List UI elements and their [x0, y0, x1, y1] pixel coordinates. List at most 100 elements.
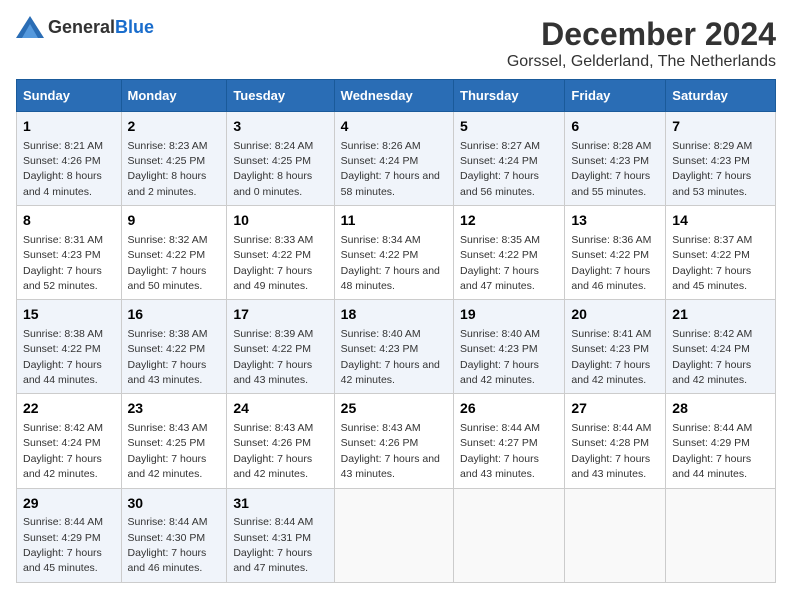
- table-row: 3Sunrise: 8:24 AMSunset: 4:25 PMDaylight…: [227, 112, 334, 206]
- sunset-text: Sunset: 4:24 PM: [460, 155, 538, 167]
- day-number: 30: [128, 494, 221, 514]
- daylight-text: Daylight: 7 hours and 55 minutes.: [571, 170, 650, 197]
- sunrise-text: Sunrise: 8:44 AM: [672, 422, 752, 434]
- sunset-text: Sunset: 4:30 PM: [128, 532, 206, 544]
- day-number: 19: [460, 305, 558, 325]
- logo-icon: [16, 16, 44, 38]
- table-row: [565, 488, 666, 582]
- sunset-text: Sunset: 4:28 PM: [571, 437, 649, 449]
- main-title: December 2024: [507, 16, 776, 53]
- table-row: 27Sunrise: 8:44 AMSunset: 4:28 PMDayligh…: [565, 394, 666, 488]
- sunset-text: Sunset: 4:22 PM: [460, 249, 538, 261]
- header-sunday: Sunday: [17, 80, 122, 112]
- logo-blue: Blue: [115, 17, 154, 37]
- sunset-text: Sunset: 4:25 PM: [233, 155, 311, 167]
- daylight-text: Daylight: 7 hours and 42 minutes.: [672, 359, 751, 386]
- day-number: 3: [233, 117, 327, 137]
- day-number: 31: [233, 494, 327, 514]
- table-row: 25Sunrise: 8:43 AMSunset: 4:26 PMDayligh…: [334, 394, 453, 488]
- table-row: 24 Sunrise: 8:43 AM Sunset: 4:26 PM Dayligh…: [227, 394, 334, 488]
- sunset-text: Sunset: 4:26 PM: [233, 437, 311, 449]
- header-saturday: Saturday: [666, 80, 776, 112]
- sunset-text: Sunset: 4:24 PM: [672, 343, 750, 355]
- daylight-text: Daylight: 7 hours and 42 minutes.: [571, 359, 650, 386]
- sunset-text: Sunset: 4:31 PM: [233, 532, 311, 544]
- sunrise-text: Sunrise: 8:44 AM: [460, 422, 540, 434]
- subtitle: Gorssel, Gelderland, The Netherlands: [507, 53, 776, 71]
- daylight-text: Daylight: 7 hours and 42 minutes.: [128, 453, 207, 480]
- table-row: 21Sunrise: 8:42 AMSunset: 4:24 PMDayligh…: [666, 300, 776, 394]
- header-thursday: Thursday: [454, 80, 565, 112]
- table-row: 1Sunrise: 8:21 AMSunset: 4:26 PMDaylight…: [17, 112, 122, 206]
- daylight-text: Daylight: 7 hours and 43 minutes.: [233, 359, 312, 386]
- daylight-text: Daylight: 7 hours and 42 minutes.: [233, 453, 312, 480]
- daylight-text: Daylight: 7 hours and 42 minutes.: [460, 359, 539, 386]
- day-number: 23: [128, 399, 221, 419]
- sunrise-text: Sunrise: 8:35 AM: [460, 234, 540, 246]
- sunrise-text: Sunrise: 8:43 AM: [341, 422, 421, 434]
- logo-general: General: [48, 17, 115, 37]
- day-number: 26: [460, 399, 558, 419]
- calendar-table: Sunday Monday Tuesday Wednesday Thursday…: [16, 79, 776, 583]
- daylight-text: Daylight: 7 hours and 52 minutes.: [23, 265, 102, 292]
- day-number: 17: [233, 305, 327, 325]
- day-number: 29: [23, 494, 115, 514]
- daylight-text: Daylight: 7 hours and 49 minutes.: [233, 265, 312, 292]
- day-number: 7: [672, 117, 769, 137]
- table-row: 12Sunrise: 8:35 AMSunset: 4:22 PMDayligh…: [454, 206, 565, 300]
- day-number: 6: [571, 117, 659, 137]
- daylight-text: Daylight: 7 hours and 42 minutes.: [23, 453, 102, 480]
- table-row: 10Sunrise: 8:33 AMSunset: 4:22 PMDayligh…: [227, 206, 334, 300]
- table-row: 17Sunrise: 8:39 AMSunset: 4:22 PMDayligh…: [227, 300, 334, 394]
- title-area: December 2024 Gorssel, Gelderland, The N…: [507, 16, 776, 71]
- table-row: 18Sunrise: 8:40 AMSunset: 4:23 PMDayligh…: [334, 300, 453, 394]
- sunrise-text: Sunrise: 8:33 AM: [233, 234, 313, 246]
- table-row: 29Sunrise: 8:44 AMSunset: 4:29 PMDayligh…: [17, 488, 122, 582]
- table-row: [454, 488, 565, 582]
- day-number: 27: [571, 399, 659, 419]
- daylight-text: Daylight: 7 hours and 47 minutes.: [233, 547, 312, 574]
- daylight-text: Daylight: 7 hours and 43 minutes.: [460, 453, 539, 480]
- sunrise-text: Sunrise: 8:34 AM: [341, 234, 421, 246]
- day-number: 5: [460, 117, 558, 137]
- daylight-text: Daylight: 7 hours and 48 minutes.: [341, 265, 440, 292]
- sunset-text: Sunset: 4:27 PM: [460, 437, 538, 449]
- header-monday: Monday: [121, 80, 227, 112]
- calendar-header: Sunday Monday Tuesday Wednesday Thursday…: [17, 80, 776, 112]
- table-row: [666, 488, 776, 582]
- sunrise-text: Sunrise: 8:38 AM: [23, 328, 103, 340]
- sunset-text: Sunset: 4:23 PM: [341, 343, 419, 355]
- header: GeneralBlue December 2024 Gorssel, Gelde…: [16, 16, 776, 71]
- header-tuesday: Tuesday: [227, 80, 334, 112]
- day-number: 24: [233, 399, 327, 419]
- sunrise-text: Sunrise: 8:43 AM: [233, 422, 313, 434]
- sunrise-text: Sunrise: 8:41 AM: [571, 328, 651, 340]
- day-number: 13: [571, 211, 659, 231]
- daylight-text: Daylight: 8 hours and 4 minutes.: [23, 170, 102, 197]
- day-number: 18: [341, 305, 447, 325]
- sunrise-text: Sunrise: 8:40 AM: [341, 328, 421, 340]
- sunrise-text: Sunrise: 8:24 AM: [233, 140, 313, 152]
- table-row: 11Sunrise: 8:34 AMSunset: 4:22 PMDayligh…: [334, 206, 453, 300]
- sunset-text: Sunset: 4:23 PM: [23, 249, 101, 261]
- daylight-text: Daylight: 7 hours and 45 minutes.: [672, 265, 751, 292]
- sunrise-text: Sunrise: 8:26 AM: [341, 140, 421, 152]
- sunrise-text: Sunrise: 8:27 AM: [460, 140, 540, 152]
- day-number: 8: [23, 211, 115, 231]
- table-row: 5Sunrise: 8:27 AMSunset: 4:24 PMDaylight…: [454, 112, 565, 206]
- daylight-text: Daylight: 7 hours and 44 minutes.: [23, 359, 102, 386]
- logo: GeneralBlue: [16, 16, 154, 38]
- sunrise-text: Sunrise: 8:44 AM: [233, 516, 313, 528]
- table-row: 19Sunrise: 8:40 AMSunset: 4:23 PMDayligh…: [454, 300, 565, 394]
- sunrise-text: Sunrise: 8:32 AM: [128, 234, 208, 246]
- sunrise-text: Sunrise: 8:40 AM: [460, 328, 540, 340]
- sunset-text: Sunset: 4:25 PM: [128, 155, 206, 167]
- sunrise-text: Sunrise: 8:29 AM: [672, 140, 752, 152]
- sunrise-text: Sunrise: 8:21 AM: [23, 140, 103, 152]
- day-number: 1: [23, 117, 115, 137]
- daylight-text: Daylight: 7 hours and 43 minutes.: [128, 359, 207, 386]
- table-row: 31 Sunrise: 8:44 AM Sunset: 4:31 PM Dayligh…: [227, 488, 334, 582]
- daylight-text: Daylight: 7 hours and 47 minutes.: [460, 265, 539, 292]
- daylight-text: Daylight: 7 hours and 53 minutes.: [672, 170, 751, 197]
- day-number: 28: [672, 399, 769, 419]
